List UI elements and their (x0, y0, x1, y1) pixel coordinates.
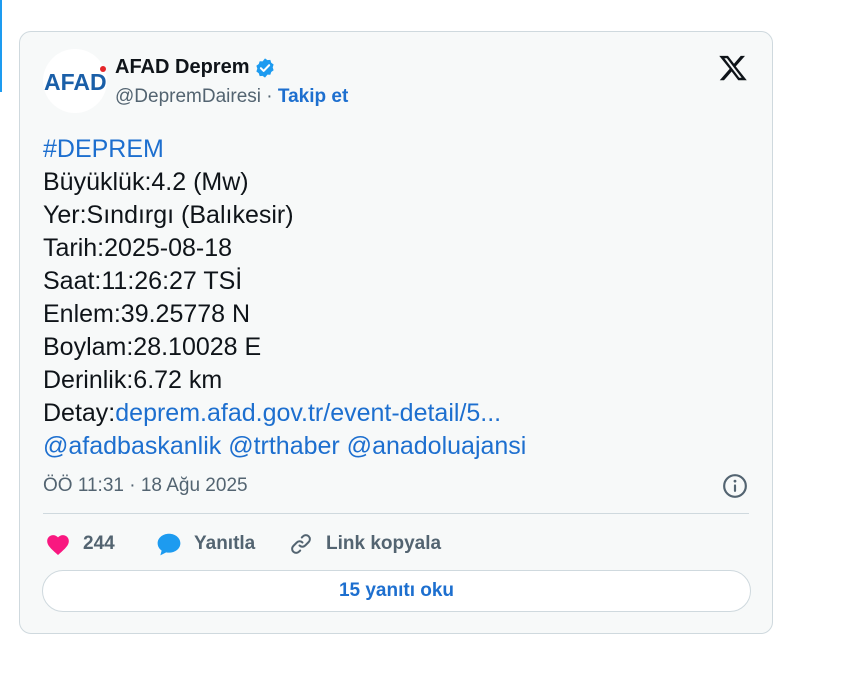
tweet-text: #DEPREM Büyüklük:4.2 (Mw) Yer:Sındırgı (… (43, 133, 743, 463)
like-button[interactable]: 244 (45, 529, 115, 559)
divider (43, 513, 749, 514)
mentions-links[interactable]: @afadbaskanlik @trthaber @anadoluajansi (43, 430, 743, 463)
tweet-line-location: Yer:Sındırgı (Balıkesir) (43, 201, 294, 229)
afad-logo-text: AFAD (44, 69, 106, 95)
tweet-line-latitude: Enlem:39.25778 N (43, 300, 251, 328)
read-replies-label: 15 yanıtı oku (338, 580, 455, 601)
reply-button[interactable]: Yanıtla (156, 529, 255, 559)
read-replies-button[interactable]: 15 yanıtı oku (42, 570, 751, 612)
author-name[interactable]: AFAD Deprem (115, 56, 276, 79)
tweet-line-detail: Detay:deprem.afad.gov.tr/event-detail/5.… (43, 397, 743, 430)
tweet-line-longitude: Boylam:28.10028 E (43, 333, 262, 361)
reply-label: Yanıtla (194, 533, 256, 554)
hashtag-link[interactable]: #DEPREM (43, 133, 743, 166)
follow-link[interactable]: Takip et (278, 86, 348, 107)
speech-bubble-icon (157, 533, 181, 556)
tweet-line-depth: Derinlik:6.72 km (43, 366, 223, 394)
copy-link-label: Link kopyala (326, 533, 442, 554)
avatar[interactable]: AFAD (43, 49, 107, 113)
x-logo-icon[interactable] (717, 53, 749, 83)
verified-badge-icon (254, 57, 276, 79)
info-icon[interactable] (722, 473, 748, 499)
heart-icon (47, 535, 69, 556)
link-icon (291, 534, 311, 554)
author-name-text[interactable]: AFAD Deprem (115, 56, 249, 79)
detail-link[interactable]: deprem.afad.gov.tr/event-detail/5... (115, 399, 501, 427)
author-handle[interactable]: @DepremDairesi (115, 86, 261, 107)
tweet-line-date: Tarih:2025-08-18 (43, 234, 233, 262)
copy-link-button[interactable]: Link kopyala (288, 529, 441, 559)
tweet-timestamp[interactable]: ÖÖ 11:31 · 18 Ağu 2025 (43, 475, 248, 497)
handle-row: @DepremDairesi · Takip et (115, 86, 348, 108)
afad-logo-icon: AFAD (44, 66, 106, 95)
tweet-line-magnitude: Büyüklük:4.2 (Mw) (43, 168, 249, 196)
like-count: 244 (83, 533, 115, 554)
window-edge-accent (0, 0, 2, 92)
detail-label: Detay: (43, 399, 116, 427)
handle-separator: · (266, 86, 273, 107)
tweet-line-time: Saat:11:26:27 TSİ (43, 267, 243, 295)
embedded-tweet-card: AFAD AFAD Deprem @DepremDairesi · Takip … (19, 31, 773, 634)
